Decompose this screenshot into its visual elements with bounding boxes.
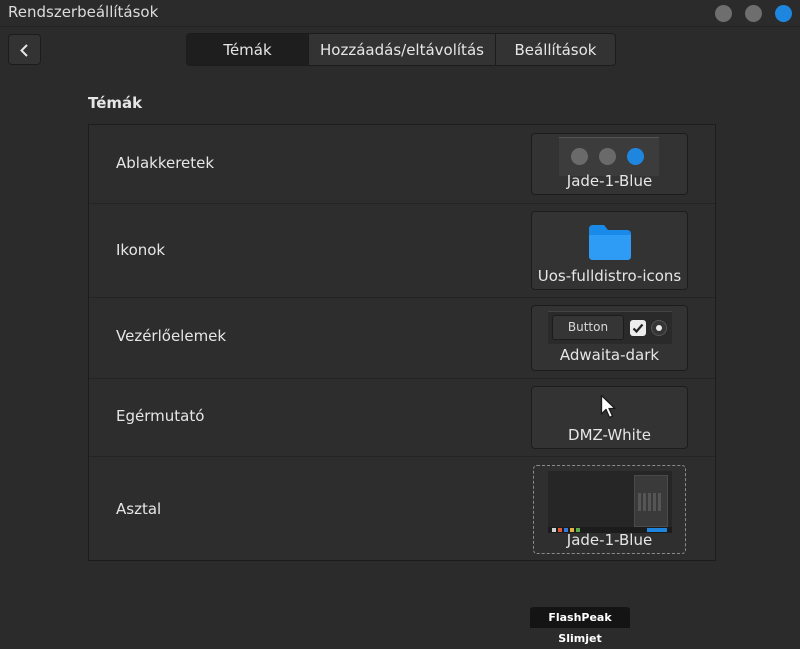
- back-button[interactable]: [8, 34, 41, 65]
- chevron-left-icon: [20, 44, 28, 57]
- window-buttons-preview: [559, 137, 659, 176]
- window-title: Rendszerbeállítások: [8, 3, 159, 21]
- tab-settings[interactable]: Beállítások: [495, 34, 615, 65]
- close-button[interactable]: [775, 5, 792, 22]
- list-item-controls: Vezérlőelemek Button Adwaita-dark: [89, 298, 715, 379]
- title-bar: Rendszerbeállítások: [0, 0, 800, 27]
- row-label: Vezérlőelemek: [116, 327, 227, 345]
- desktop-preview: [548, 471, 672, 533]
- icon-theme-button[interactable]: Uos-fulldistro-icons: [531, 211, 688, 290]
- sample-button: Button: [552, 315, 624, 340]
- theme-name: Jade-1-Blue: [566, 172, 653, 190]
- checkbox-checked-icon: [630, 320, 646, 336]
- folder-icon: [589, 225, 631, 260]
- taskbar-tooltip: FlashPeak Slimjet: [530, 607, 630, 645]
- theme-name: Jade-1-Blue: [566, 531, 653, 549]
- cursor-icon: [600, 394, 616, 419]
- maximize-button[interactable]: [745, 5, 762, 22]
- window-theme-button[interactable]: Jade-1-Blue: [531, 133, 688, 195]
- desktop-theme-button[interactable]: Jade-1-Blue: [533, 465, 686, 554]
- row-label: Asztal: [116, 500, 162, 518]
- row-label: Ablakkeretek: [116, 154, 215, 172]
- list-item-icons: Ikonok Uos-fulldistro-icons: [89, 204, 715, 298]
- theme-name: Adwaita-dark: [559, 346, 660, 364]
- preview-grid: [638, 493, 662, 511]
- tab-bar: Témák Hozzáadás/eltávolítás Beállítások: [186, 33, 616, 66]
- list-item-cursor: Egérmutató DMZ-White: [89, 379, 715, 457]
- radio-selected-icon: [651, 320, 667, 336]
- maximize-dot-icon: [599, 148, 616, 165]
- row-label: Egérmutató: [116, 407, 205, 425]
- theme-name: DMZ-White: [568, 426, 651, 444]
- controls-theme-button[interactable]: Button Adwaita-dark: [531, 305, 688, 371]
- list-item-desktop: Asztal Jade-1-Blue: [89, 457, 715, 560]
- tab-add-remove[interactable]: Hozzáadás/eltávolítás: [308, 34, 495, 65]
- theme-list: Ablakkeretek Jade-1-Blue Ikonok Uos-full…: [88, 124, 716, 561]
- tab-themes[interactable]: Témák: [187, 34, 308, 65]
- minimize-dot-icon: [571, 148, 588, 165]
- close-dot-icon: [627, 148, 644, 165]
- section-title: Témák: [88, 94, 143, 112]
- theme-name: Uos-fulldistro-icons: [537, 267, 682, 285]
- widgets-preview: Button: [548, 311, 672, 344]
- list-item-window-borders: Ablakkeretek Jade-1-Blue: [89, 125, 715, 204]
- minimize-button[interactable]: [715, 5, 732, 22]
- row-label: Ikonok: [116, 241, 166, 259]
